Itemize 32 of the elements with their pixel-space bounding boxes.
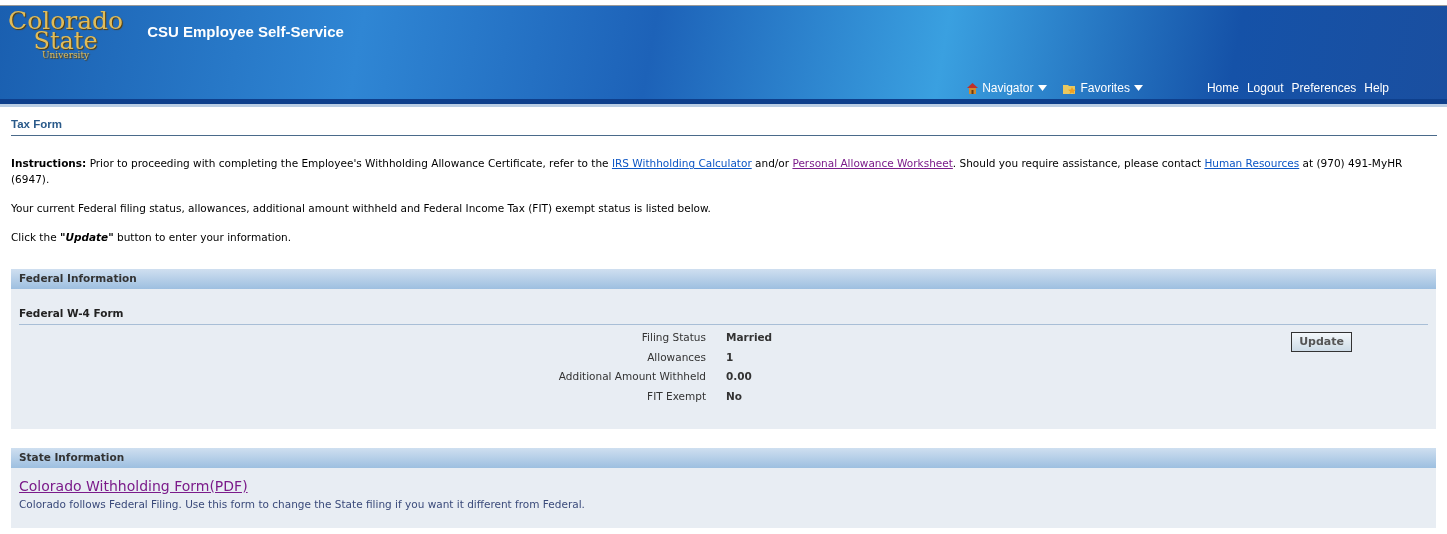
page-title: Tax Form <box>11 116 1437 137</box>
field-value: 0.00 <box>726 369 753 385</box>
folder-icon <box>1062 82 1077 94</box>
field-value: 1 <box>726 349 735 365</box>
text-link[interactable]: Human Resources <box>1204 157 1300 170</box>
menu-link[interactable]: Navigator <box>967 79 1047 97</box>
field-label: Additional Amount Withheld <box>557 369 706 385</box>
body-text: Click the "Update" button to enter your information. <box>11 229 293 245</box>
field-label: FIT Exempt <box>646 389 706 404</box>
header-link[interactable]: Preferences <box>1291 79 1357 97</box>
caret-icon <box>1037 85 1047 91</box>
header-link[interactable]: Home <box>1206 79 1239 97</box>
subsection-header: Federal W-4 Form <box>19 306 1428 325</box>
section-header: State Information <box>11 447 1436 468</box>
field-label: Allowances <box>646 349 706 365</box>
body-text: Your current Federal filing status, allowances, additional amount withheld and Federal Income Tax (FIT) exempt status is listed below. <box>11 200 712 216</box>
menu-link[interactable]: Favorites <box>1062 79 1143 97</box>
house-icon <box>967 82 979 94</box>
text-link[interactable]: IRS Withholding Calculator <box>611 157 752 170</box>
app-title: CSU Employee Self-Service <box>147 22 344 42</box>
header-link[interactable]: Logout <box>1246 79 1284 97</box>
section-header: Federal Information <box>11 269 1436 289</box>
caret-icon <box>1133 85 1143 91</box>
field-value: No <box>726 389 743 404</box>
field-label: Filing Status <box>640 329 706 345</box>
text-link[interactable]: Personal Allowance Worksheet <box>792 157 953 170</box>
pdf-link[interactable]: Colorado Withholding Form(PDF) <box>19 477 248 494</box>
field-value: Married <box>726 329 773 345</box>
header-link[interactable]: Help <box>1364 79 1389 97</box>
note-text: Colorado follows Federal Filing. Use this form to change the State filing if you want it different from Federal. <box>19 496 586 512</box>
update-button[interactable]: Update <box>1291 331 1352 353</box>
instructions-text: Instructions: Prior to proceeding with completing the Employee's Withholding Allowance Certificate, refer to the IRS Withholding Calculator and/or Personal Allowance Worksheet. Should you require assistance, please contact Human Resources at (970) 491-MyHR (6947). <box>11 156 1404 187</box>
